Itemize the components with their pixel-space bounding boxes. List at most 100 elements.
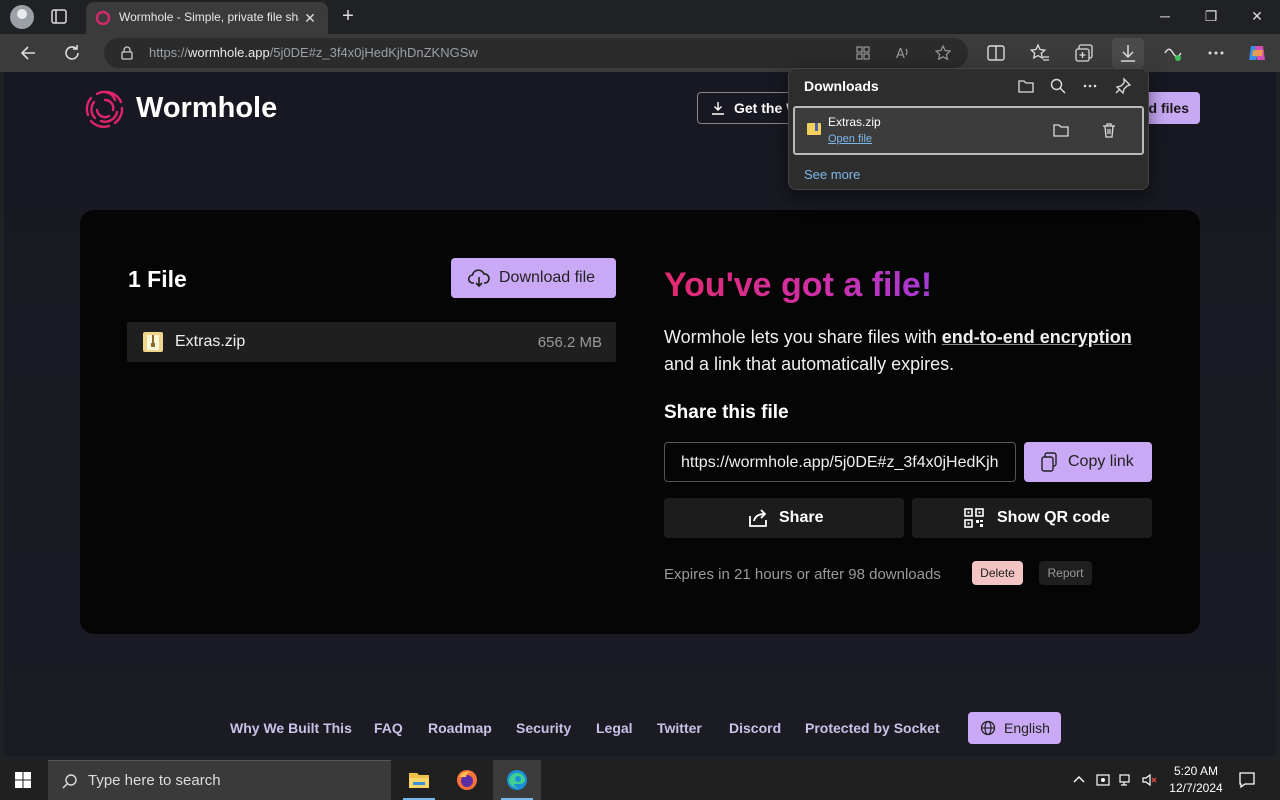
download-item[interactable]: Extras.zip Open file [793, 106, 1144, 155]
file-name: Extras.zip [175, 333, 246, 350]
copy-icon [1041, 452, 1057, 472]
refresh-icon[interactable] [61, 42, 83, 64]
tab-wormhole[interactable]: Wormhole - Simple, private file sharing … [86, 2, 328, 34]
address-bar[interactable]: https://wormhole.app/5j0DE#z_3f4x0jHedKj… [104, 38, 968, 68]
footer-link-faq[interactable]: FAQ [374, 720, 403, 736]
delete-button[interactable]: Delete [972, 561, 1023, 585]
globe-icon [980, 720, 996, 736]
split-screen-icon[interactable] [985, 42, 1007, 64]
collections-icon[interactable] [1073, 42, 1095, 64]
footer-link-legal[interactable]: Legal [596, 720, 633, 736]
window-close-icon[interactable]: ✕ [1234, 0, 1280, 32]
restore-icon[interactable]: ❐ [1188, 0, 1234, 32]
downloads-button[interactable] [1112, 38, 1144, 68]
back-icon[interactable] [17, 42, 39, 64]
footer-link-discord[interactable]: Discord [729, 720, 781, 736]
copilot-icon[interactable] [1246, 42, 1268, 64]
language-button[interactable]: English [968, 712, 1061, 744]
minimize-icon[interactable]: ─ [1142, 0, 1188, 32]
favorite-star-icon[interactable] [934, 44, 952, 62]
search-downloads-icon[interactable] [1049, 77, 1067, 95]
notifications-icon[interactable] [1238, 771, 1256, 789]
more-menu-icon[interactable] [1205, 42, 1227, 64]
download-arrow-icon [1121, 45, 1135, 62]
clock-time: 5:20 AM [1173, 764, 1219, 778]
tray-expand-icon[interactable] [1071, 772, 1087, 788]
open-downloads-folder-icon[interactable] [1017, 77, 1035, 95]
edge-app[interactable] [493, 760, 541, 800]
send-files-label: d files [1148, 100, 1189, 116]
copy-link-label: Copy link [1068, 453, 1134, 470]
file-list-item[interactable]: Extras.zip 656.2 MB [127, 322, 616, 362]
footer: Why We Built This FAQ Roadmap Security L… [4, 712, 1276, 744]
description: Wormhole lets you share files with end-t… [664, 327, 1132, 374]
show-qr-button[interactable]: Show QR code [912, 498, 1152, 538]
tray-network-status-icon[interactable] [1095, 772, 1111, 788]
download-file-button[interactable]: Download file [451, 258, 616, 298]
pin-icon[interactable] [1114, 77, 1132, 95]
cloud-download-icon [468, 269, 490, 288]
favorites-icon[interactable] [1029, 42, 1051, 64]
copy-link-button[interactable]: Copy link [1024, 442, 1152, 482]
profile-avatar-icon[interactable] [10, 5, 34, 29]
network-icon[interactable] [1118, 772, 1134, 788]
qr-code-icon [964, 508, 984, 528]
see-more-link[interactable]: See more [804, 167, 860, 182]
volume-muted-icon[interactable] [1141, 772, 1157, 788]
footer-link-socket[interactable]: Protected by Socket [805, 720, 940, 736]
wormhole-favicon-icon [95, 10, 111, 26]
wormhole-logo-icon[interactable] [83, 88, 127, 130]
firefox-app[interactable] [443, 760, 491, 800]
downloads-more-icon[interactable] [1081, 77, 1099, 95]
download-item-name: Extras.zip [828, 115, 881, 129]
close-tab-icon[interactable]: ✕ [302, 10, 318, 26]
app-available-icon[interactable] [854, 44, 872, 62]
read-aloud-icon[interactable]: A [894, 44, 912, 62]
search-placeholder: Type here to search [88, 772, 221, 789]
report-button[interactable]: Report [1039, 561, 1092, 585]
footer-link-twitter[interactable]: Twitter [657, 720, 702, 736]
tab-title: Wormhole - Simple, private file sharing [119, 10, 299, 24]
tab-actions-icon[interactable] [50, 8, 70, 26]
browser-essentials-icon[interactable] [1162, 42, 1184, 64]
share-title: Share this file [664, 402, 789, 423]
new-tab-icon[interactable]: + [338, 6, 358, 26]
share-button[interactable]: Share [664, 498, 904, 538]
browser-toolbar: https://wormhole.app/5j0DE#z_3f4x0jHedKj… [0, 34, 1280, 72]
headline: You've got a file! [664, 266, 933, 304]
show-qr-label: Show QR code [997, 509, 1110, 526]
file-size: 656.2 MB [537, 334, 602, 351]
svg-text:A: A [896, 47, 905, 62]
download-icon [712, 102, 724, 115]
share-link-text: https://wormhole.app/5j0DE#z_3f4x0jHedKj… [681, 454, 999, 471]
show-in-folder-icon[interactable] [1052, 121, 1070, 139]
taskbar-search-box[interactable]: Type here to search [48, 760, 391, 800]
file-explorer-icon [409, 773, 429, 788]
downloads-title: Downloads [804, 78, 879, 94]
taskbar-clock[interactable]: 5:20 AM 12/7/2024 [1160, 763, 1232, 797]
expiry-text: Expires in 21 hours or after 98 download… [664, 566, 941, 583]
downloads-flyout: Downloads Extras.zip Open file See more [788, 68, 1149, 190]
open-file-link[interactable]: Open file [828, 133, 872, 145]
footer-link-roadmap[interactable]: Roadmap [428, 720, 492, 736]
delete-trash-icon[interactable] [1100, 121, 1118, 139]
lock-icon[interactable] [120, 46, 134, 60]
search-icon [62, 774, 77, 789]
share-icon [749, 509, 767, 527]
files-count: 1 File [128, 266, 187, 292]
firefox-icon [457, 770, 477, 790]
edge-icon [507, 770, 527, 790]
browser-tabstrip: Wormhole - Simple, private file sharing … [0, 0, 1280, 34]
encryption-link[interactable]: end-to-end encryption [942, 327, 1132, 347]
windows-start-icon[interactable] [14, 771, 32, 789]
language-label: English [1004, 720, 1050, 736]
file-explorer-app[interactable] [395, 760, 443, 800]
download-file-label: Download file [499, 269, 596, 286]
brand-name[interactable]: Wormhole [136, 92, 277, 125]
footer-link-security[interactable]: Security [516, 720, 571, 736]
footer-link-why[interactable]: Why We Built This [230, 720, 352, 736]
share-link-field[interactable]: https://wormhole.app/5j0DE#z_3f4x0jHedKj… [664, 442, 1016, 482]
windows-taskbar: Type here to search 5:20 AM 12/7/2024 [0, 760, 1280, 800]
url-text[interactable]: https://wormhole.app/5j0DE#z_3f4x0jHedKj… [149, 45, 478, 60]
share-label: Share [779, 509, 824, 526]
